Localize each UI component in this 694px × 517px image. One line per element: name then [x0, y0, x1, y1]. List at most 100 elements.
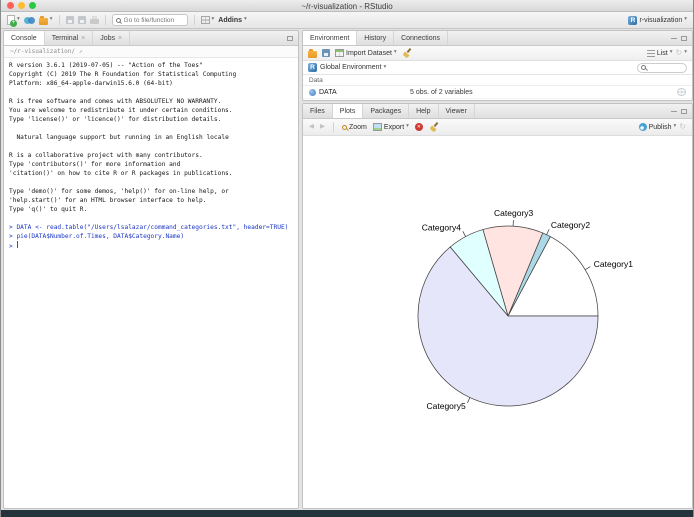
console-body[interactable]: R version 3.6.1 (2019-07-05) -- "Action … — [4, 58, 298, 254]
environment-search-input[interactable] — [648, 64, 683, 71]
tab-terminal[interactable]: Terminal × — [45, 31, 94, 45]
console-tabbar: Console Terminal × Jobs × — [4, 31, 298, 46]
tab-connections[interactable]: Connections — [394, 31, 448, 45]
toolbar-separator — [58, 15, 60, 25]
refresh-environment-button[interactable]: ↻ ▾ — [676, 49, 687, 57]
save-icon — [65, 16, 74, 24]
tab-label: History — [364, 34, 387, 42]
print-button[interactable] — [89, 16, 99, 24]
maximize-panel-icon[interactable] — [681, 108, 687, 114]
pie-chart: Category1 Category2 Category3 Category4 Cate… — [417, 208, 633, 411]
pane-layout-button[interactable]: ▾ — [200, 16, 215, 24]
previous-plot-icon[interactable]: ◀ — [309, 123, 314, 131]
pie-label: Category1 — [594, 259, 633, 269]
zoom-plot-button[interactable]: Zoom — [342, 124, 367, 131]
tab-close-icon[interactable]: × — [81, 35, 85, 42]
project-menu-button[interactable]: R r-visualization ▾ — [628, 15, 687, 25]
view-data-icon[interactable] — [677, 88, 686, 96]
tab-files[interactable]: Files — [303, 104, 333, 118]
export-plot-button[interactable]: Export ▾ — [372, 123, 409, 131]
popout-icon[interactable]: ⇗ — [79, 48, 83, 55]
tab-plots[interactable]: Plots — [332, 104, 364, 118]
next-plot-icon[interactable]: ▶ — [320, 123, 325, 131]
save-all-button[interactable] — [77, 16, 86, 24]
addins-button[interactable]: Addins ▾ — [218, 17, 247, 24]
pie-label: Category2 — [551, 220, 590, 230]
export-label: Export — [383, 123, 405, 131]
new-file-button[interactable]: ▾ — [7, 15, 20, 27]
list-view-icon — [646, 49, 655, 57]
minimize-panel-icon[interactable] — [671, 110, 677, 112]
console-panel-controls — [287, 31, 293, 45]
refresh-icon: ↻ — [675, 48, 683, 57]
open-file-button[interactable]: ▾ — [38, 15, 53, 25]
tab-console[interactable]: Console — [4, 31, 45, 45]
new-file-icon — [7, 15, 17, 27]
pie-label-tick — [584, 266, 591, 271]
publish-label: Publish — [648, 123, 672, 131]
tab-label: Plots — [339, 107, 356, 115]
tab-label: Connections — [401, 34, 440, 42]
titlebar: ~/r-visualization - RStudio — [1, 0, 693, 12]
console-text: R version 3.6.1 (2019-07-05) -- "Action … — [9, 61, 293, 251]
tab-environment[interactable]: Environment — [303, 31, 358, 45]
plots-toolbar: ◀ ▶ Zoom Export ▾ ✕ Publish ▾ ↻ — [303, 119, 692, 136]
new-project-icon — [23, 16, 35, 25]
pie-label: Category4 — [422, 222, 461, 232]
load-workspace-button[interactable] — [308, 48, 317, 58]
environment-toolbar: Import Dataset ▾ List ▾ ↻ ▾ — [303, 46, 692, 61]
goto-file-input[interactable] — [123, 16, 184, 24]
tab-label: Viewer — [445, 107, 467, 115]
console-command: > DATA <- read.table("/Users/lsalazar/co… — [9, 224, 289, 231]
clear-plots-button[interactable] — [429, 122, 439, 132]
environment-object-row[interactable]: DATA 5 obs. of 2 variables — [303, 86, 692, 99]
publish-plot-button[interactable]: Publish ▾ — [638, 123, 676, 131]
chevron-down-icon[interactable]: ▾ — [212, 17, 215, 23]
console-command: > pie(DATA$Number.of.Times, DATA$Categor… — [9, 233, 185, 240]
tab-packages[interactable]: Packages — [363, 104, 410, 118]
save-all-icon — [77, 16, 86, 24]
console-prompt: > — [9, 243, 17, 250]
tab-help[interactable]: Help — [409, 104, 439, 118]
project-name-label: r-visualization — [639, 16, 683, 24]
tab-label: Console — [11, 34, 37, 42]
publish-icon — [638, 123, 647, 131]
chevron-down-icon: ▾ — [244, 16, 247, 23]
console-cursor[interactable] — [17, 241, 19, 248]
refresh-plots-icon[interactable]: ↻ — [679, 123, 686, 131]
tab-label: Environment — [310, 34, 350, 42]
display-mode-button[interactable]: List ▾ — [646, 49, 673, 57]
tab-jobs[interactable]: Jobs × — [93, 31, 131, 45]
environment-panel: Environment History Connections Import Dat… — [302, 30, 693, 101]
tab-history[interactable]: History — [357, 31, 395, 45]
chevron-down-icon[interactable]: ▾ — [50, 17, 53, 23]
clear-workspace-button[interactable] — [402, 48, 412, 58]
save-icon — [322, 49, 330, 57]
tab-viewer[interactable]: Viewer — [439, 104, 475, 118]
pie-label-tick — [462, 231, 466, 237]
save-button[interactable] — [65, 16, 74, 24]
tab-close-icon[interactable]: × — [118, 35, 122, 42]
open-folder-icon — [308, 48, 317, 58]
import-dataset-label: Import Dataset — [346, 49, 392, 57]
new-project-button[interactable] — [23, 16, 35, 25]
minimize-panel-icon[interactable] — [671, 37, 677, 39]
environment-search-box[interactable] — [637, 62, 687, 73]
maximize-panel-icon[interactable] — [681, 35, 687, 41]
pane-layout-icon — [200, 16, 210, 24]
maximize-panel-icon[interactable] — [287, 35, 293, 41]
chevron-down-icon: ▾ — [684, 49, 687, 56]
plot-area: Category1 Category2 Category3 Category4 Cate… — [303, 136, 692, 508]
remove-plot-button[interactable]: ✕ — [414, 123, 423, 131]
bottom-strip — [1, 510, 693, 517]
chevron-down-icon[interactable]: ▾ — [17, 17, 20, 23]
toolbar-separator — [193, 15, 195, 25]
import-dataset-icon — [335, 49, 344, 57]
import-dataset-button[interactable]: Import Dataset ▾ — [335, 49, 397, 57]
environment-object-list: DATA 5 obs. of 2 variables — [303, 86, 692, 99]
environment-scope-selector[interactable]: Global Environment ▾ — [320, 64, 386, 71]
r-project-icon: R — [628, 15, 638, 25]
goto-file-box[interactable] — [111, 14, 188, 26]
export-image-icon — [372, 123, 382, 131]
save-workspace-button[interactable] — [322, 49, 330, 57]
